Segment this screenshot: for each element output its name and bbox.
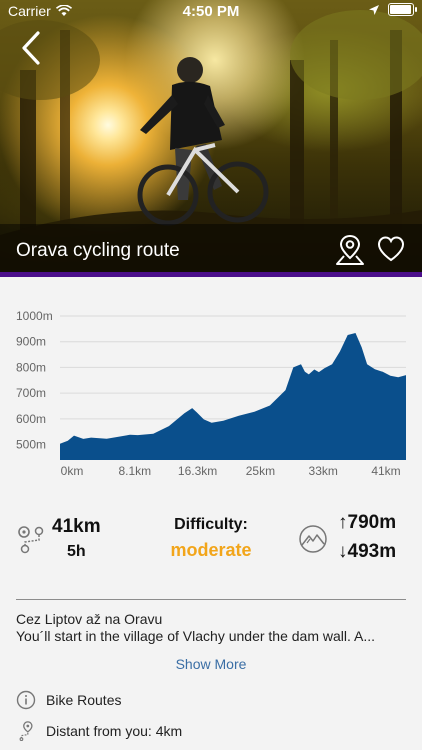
heart-icon xyxy=(377,236,405,262)
y-tick-label: 900m xyxy=(16,335,46,349)
description-title: Cez Liptov až na Oravu xyxy=(16,611,163,627)
chevron-left-icon xyxy=(22,31,40,65)
x-tick-label: 16.3km xyxy=(178,464,217,478)
status-bar: Carrier 4:50 PM xyxy=(0,0,422,22)
y-tick-label: 1000m xyxy=(16,309,53,323)
location-arrow-icon xyxy=(369,4,379,15)
route-icon xyxy=(18,526,44,554)
duration-value: 5h xyxy=(67,543,86,560)
show-on-map-button[interactable] xyxy=(334,233,366,267)
location-route-icon xyxy=(19,721,33,741)
battery-icon xyxy=(388,3,417,16)
ascent-value: ↑790m xyxy=(338,512,397,533)
difficulty-label: Difficulty: xyxy=(174,516,248,533)
distance-from-user-label: Distant from you: 4km xyxy=(46,723,183,739)
favorite-button[interactable] xyxy=(376,234,406,264)
y-tick-label: 600m xyxy=(16,412,46,426)
mountain-icon xyxy=(299,525,327,553)
accent-bar xyxy=(0,272,422,277)
divider xyxy=(16,599,406,600)
distance-from-user-row: Distant from you: 4km xyxy=(16,721,182,741)
y-tick-label: 500m xyxy=(16,438,46,452)
x-tick-label: 33km xyxy=(309,464,338,478)
route-title: Orava cycling route xyxy=(16,240,180,261)
category-label: Bike Routes xyxy=(46,692,122,708)
descent-value: ↓493m xyxy=(338,541,397,562)
y-tick-label: 700m xyxy=(16,386,46,400)
x-tick-label: 25km xyxy=(246,464,275,478)
category-row: Bike Routes xyxy=(16,690,121,710)
elevation-area xyxy=(60,333,406,460)
map-pin-icon xyxy=(336,234,364,265)
elevation-chart-svg: 1000m 900m 800m 700m 600m 500m 0km 8.1km 16.3km 2… xyxy=(16,309,406,478)
elevation-chart: 1000m 900m 800m 700m 600m 500m 0km 8.1km 16.3km 2… xyxy=(0,300,422,485)
info-icon xyxy=(16,690,36,710)
x-tick-label: 41km xyxy=(371,464,400,478)
difficulty-value: moderate xyxy=(170,540,252,560)
distance-value: 41km xyxy=(52,516,101,537)
route-stats: 41km 5h Difficulty: moderate ↑790m ↓493m xyxy=(0,500,422,580)
y-tick-label: 800m xyxy=(16,360,46,374)
x-tick-label: 8.1km xyxy=(118,464,151,478)
show-more-link[interactable]: Show More xyxy=(0,656,422,672)
description-text: You´ll start in the village of Vlachy un… xyxy=(16,628,376,644)
back-button[interactable] xyxy=(14,28,48,68)
x-tick-label: 0km xyxy=(61,464,84,478)
clock: 4:50 PM xyxy=(182,3,240,20)
